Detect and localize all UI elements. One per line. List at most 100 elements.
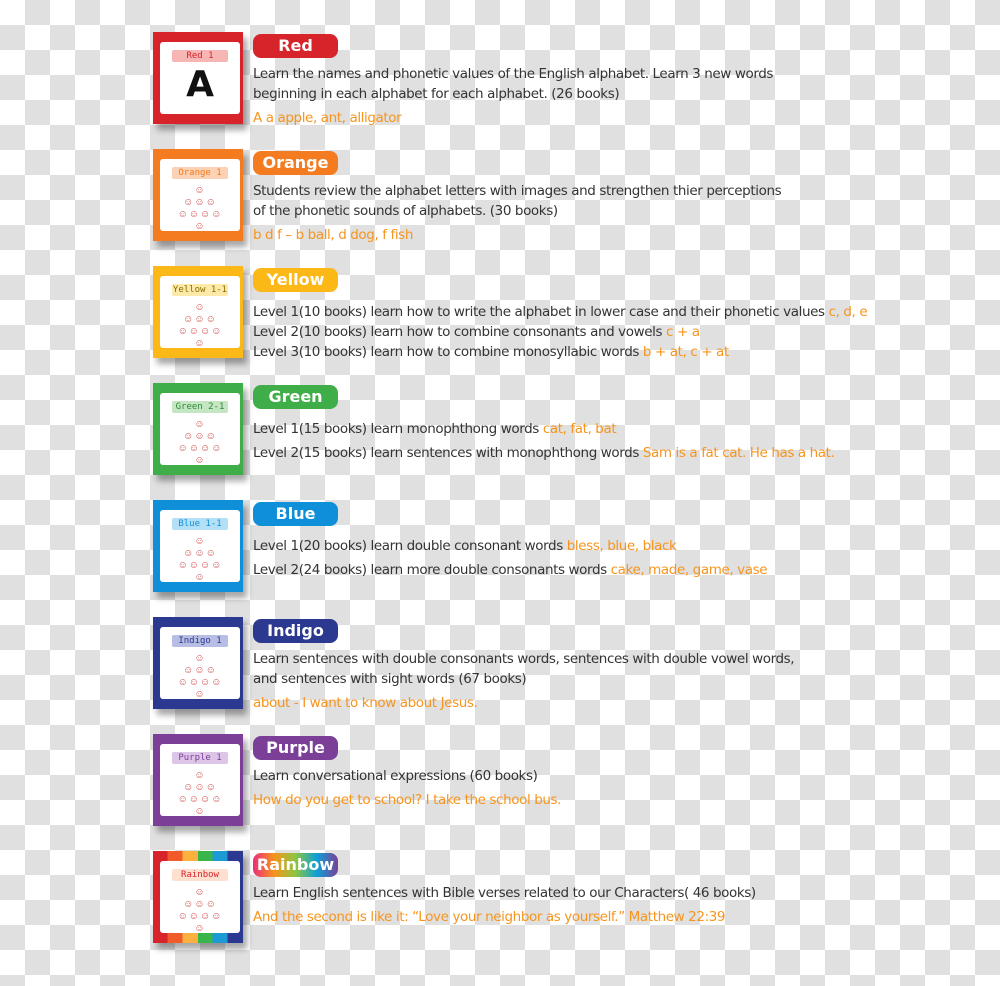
level-description: Students review the alphabet letters wit… (253, 181, 782, 245)
book-cover: Rainbow ☺ ☺☺☺ ☺☺☺☺☺ (153, 851, 243, 943)
level-rainbow: Rainbow ☺ ☺☺☺ ☺☺☺☺☺ Rainbow Learn English sen… (153, 851, 913, 961)
level-label: Green (253, 385, 338, 409)
description-text: Level 1(20 books) learn double consonant… (253, 538, 567, 554)
description-text: Level 2(24 books) learn more double cons… (253, 562, 611, 578)
book-cover: Purple 1 ☺ ☺☺☺ ☺☺☺☺☺ (153, 734, 243, 826)
example-text: bless, blue, black (566, 538, 677, 554)
description-text: Learn sentences with double consonants w… (253, 651, 795, 667)
cover-title: Yellow 1-1 (172, 284, 228, 296)
book-cover: Blue 1-1 ☺ ☺☺☺ ☺☺☺☺☺ (153, 500, 243, 592)
children-illustration: ☺ ☺☺☺ ☺☺☺☺☺ (177, 536, 223, 583)
cover-title: Rainbow (172, 869, 228, 881)
example-text: cake, made, game, vase (610, 562, 768, 578)
example-text: How do you get to school? I take the sch… (253, 792, 562, 808)
level-blue: Blue 1-1 ☺ ☺☺☺ ☺☺☺☺☺ Blue Level 1(20 books) l… (153, 500, 913, 610)
level-orange: Orange 1 ☺ ☺☺☺ ☺☺☺☺☺ Orange Students review t… (153, 149, 913, 259)
children-illustration: ☺ ☺☺☺ ☺☺☺☺☺ (177, 770, 223, 817)
level-purple: Purple 1 ☺ ☺☺☺ ☺☺☺☺☺ Purple Learn conversatio… (153, 734, 913, 844)
example-text: b + at, c + at (642, 344, 729, 360)
level-description: Level 1(10 books) learn how to write the… (253, 298, 868, 362)
level-description: Learn English sentences with Bible verse… (253, 883, 756, 927)
cover-title: Blue 1-1 (172, 518, 228, 530)
description-line: Level 2(24 books) learn more double cons… (253, 560, 768, 580)
book-cover: Indigo 1 ☺ ☺☺☺ ☺☺☺☺☺ (153, 617, 243, 709)
example-text: Sam is a fat cat. He has a hat. (642, 445, 835, 461)
example-text: about - I want to know about Jesus. (253, 695, 478, 711)
description-text: Level 1(10 books) learn how to write the… (253, 304, 829, 320)
description-line: And the second is like it: “Love your ne… (253, 907, 756, 927)
cover-panel: Blue 1-1 ☺ ☺☺☺ ☺☺☺☺☺ (160, 510, 240, 583)
example-text: And the second is like it: “Love your ne… (253, 909, 726, 925)
description-line: Level 1(10 books) learn how to write the… (253, 302, 868, 322)
description-line: and sentences with sight words (67 books… (253, 669, 794, 689)
description-line: A a apple, ant, alligator (253, 108, 773, 128)
description-line: about - I want to know about Jesus. (253, 693, 794, 713)
example-text: A a apple, ant, alligator (253, 110, 402, 126)
book-cover: Red 1 A (153, 32, 243, 124)
cover-panel: Red 1 A (160, 42, 240, 114)
level-label: Purple (253, 736, 338, 760)
example-text: b d f – b ball, d dog, f fish (253, 227, 413, 243)
cover-panel: Green 2-1 ☺ ☺☺☺ ☺☺☺☺☺ (160, 393, 240, 466)
level-label: Indigo (253, 619, 338, 643)
description-text: beginning in each alphabet for each alph… (253, 86, 620, 102)
level-description: Learn sentences with double consonants w… (253, 649, 795, 713)
children-illustration: ☺ ☺☺☺ ☺☺☺☺☺ (177, 653, 223, 700)
description-line: Level 3(10 books) learn how to combine m… (253, 342, 867, 362)
description-line: b d f – b ball, d dog, f fish (253, 225, 781, 245)
description-line: Learn conversational expressions (60 boo… (253, 766, 561, 786)
cover-panel: Rainbow ☺ ☺☺☺ ☺☺☺☺☺ (160, 861, 240, 934)
description-text: Learn English sentences with Bible verse… (253, 885, 756, 901)
description-line: Level 1(20 books) learn double consonant… (253, 536, 767, 556)
cover-letter: A (186, 64, 214, 105)
cover-title: Green 2-1 (172, 401, 228, 413)
description-line: Level 2(10 books) learn how to combine c… (253, 322, 867, 342)
level-description: Learn the names and phonetic values of t… (253, 64, 773, 128)
description-text: Learn conversational expressions (60 boo… (253, 768, 538, 784)
level-indigo: Indigo 1 ☺ ☺☺☺ ☺☺☺☺☺ Indigo Learn sentences w… (153, 617, 913, 727)
level-label: Rainbow (253, 853, 338, 877)
description-line: Level 1(15 books) learn monophthong word… (253, 419, 834, 439)
book-cover: Green 2-1 ☺ ☺☺☺ ☺☺☺☺☺ (153, 383, 243, 475)
cover-panel: Purple 1 ☺ ☺☺☺ ☺☺☺☺☺ (160, 744, 240, 817)
book-cover: Yellow 1-1 ☺ ☺☺☺ ☺☺☺☺☺ (153, 266, 243, 358)
level-green: Green 2-1 ☺ ☺☺☺ ☺☺☺☺☺ Green Level 1(15 books)… (153, 383, 913, 493)
cover-title: Orange 1 (172, 167, 228, 179)
level-yellow: Yellow 1-1 ☺ ☺☺☺ ☺☺☺☺☺ Yellow Level 1(10 book… (153, 266, 913, 376)
cover-panel: Orange 1 ☺ ☺☺☺ ☺☺☺☺☺ (160, 159, 240, 232)
example-text: cat, fat, bat (542, 421, 617, 437)
description-text: Level 1(15 books) learn monophthong word… (253, 421, 543, 437)
description-line: beginning in each alphabet for each alph… (253, 84, 773, 104)
description-line: Learn English sentences with Bible verse… (253, 883, 756, 903)
description-line: Students review the alphabet letters wit… (253, 181, 782, 201)
cover-title: Red 1 (172, 50, 228, 62)
level-label: Yellow (253, 268, 338, 292)
children-illustration: ☺ ☺☺☺ ☺☺☺☺☺ (177, 887, 223, 934)
level-description: Learn conversational expressions (60 boo… (253, 766, 561, 810)
children-illustration: ☺ ☺☺☺ ☺☺☺☺☺ (177, 185, 223, 232)
cover-title: Purple 1 (172, 752, 228, 764)
cover-panel: Indigo 1 ☺ ☺☺☺ ☺☺☺☺☺ (160, 627, 240, 700)
description-text: Level 2(10 books) learn how to combine c… (253, 324, 667, 340)
cover-title: Indigo 1 (172, 635, 228, 647)
level-label: Red (253, 34, 338, 58)
description-text: Level 3(10 books) learn how to combine m… (253, 344, 643, 360)
description-line: of the phonetic sounds of alphabets. (30… (253, 201, 781, 221)
description-text: of the phonetic sounds of alphabets. (30… (253, 203, 558, 219)
description-text: Level 2(15 books) learn sentences with m… (253, 445, 643, 461)
description-line: Learn the names and phonetic values of t… (253, 64, 773, 84)
level-red: Red 1 A Red Learn the names and phonetic va… (153, 32, 913, 142)
level-label: Blue (253, 502, 338, 526)
children-illustration: ☺ ☺☺☺ ☺☺☺☺☺ (177, 302, 223, 349)
level-description: Level 1(15 books) learn monophthong word… (253, 415, 835, 463)
example-text: c + a (666, 324, 700, 340)
description-text: and sentences with sight words (67 books… (253, 671, 527, 687)
cover-panel: Yellow 1-1 ☺ ☺☺☺ ☺☺☺☺☺ (160, 276, 240, 349)
description-line: Learn sentences with double consonants w… (253, 649, 795, 669)
description-text: Students review the alphabet letters wit… (253, 183, 782, 199)
level-label: Orange (253, 151, 338, 175)
description-line: How do you get to school? I take the sch… (253, 790, 561, 810)
level-description: Level 1(20 books) learn double consonant… (253, 532, 768, 580)
description-line: Level 2(15 books) learn sentences with m… (253, 443, 835, 463)
children-illustration: ☺ ☺☺☺ ☺☺☺☺☺ (177, 419, 223, 466)
